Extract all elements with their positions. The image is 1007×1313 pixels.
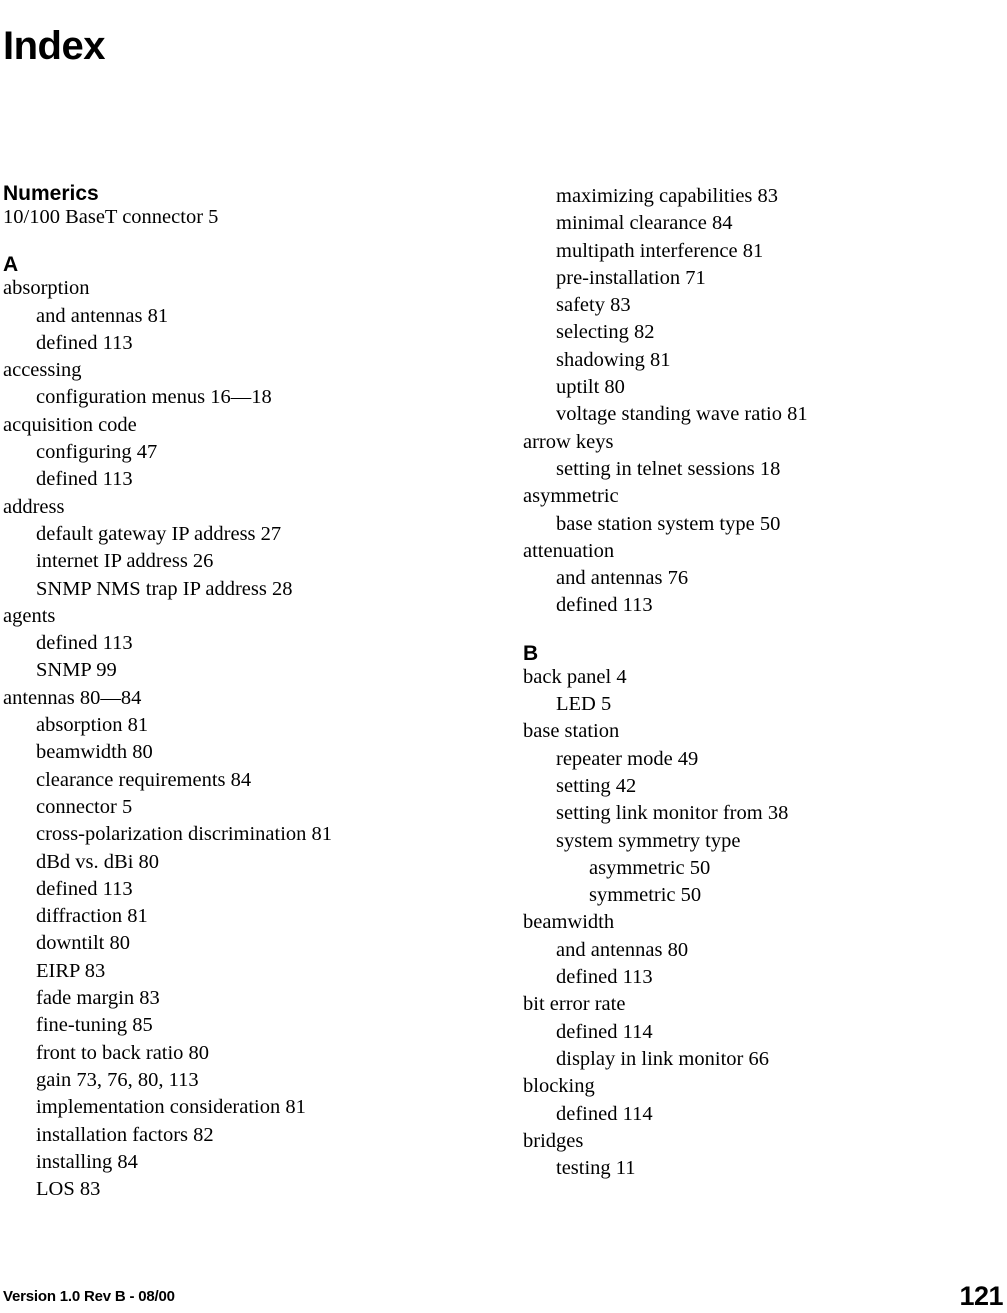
- index-entry-secondary[interactable]: maximizing capabilities 83: [523, 183, 983, 210]
- index-entry-primary[interactable]: asymmetric: [523, 483, 983, 510]
- index-entry-primary[interactable]: antennas 80—84: [3, 685, 463, 712]
- index-entry-primary[interactable]: base station: [523, 718, 983, 745]
- index-section-heading: B: [523, 641, 539, 665]
- index-entry-secondary[interactable]: and antennas 80: [523, 937, 983, 964]
- index-entry-secondary[interactable]: beamwidth 80: [3, 739, 463, 766]
- index-column-right: maximizing capabilities 83 minimal cleara…: [523, 183, 983, 1182]
- index-entry-secondary[interactable]: defined 113: [3, 876, 463, 903]
- index-entry-secondary[interactable]: absorption 81: [3, 712, 463, 739]
- footer-version-text: Version 1.0 Rev B - 08/00: [3, 1288, 175, 1305]
- index-entry-secondary[interactable]: system symmetry type: [523, 828, 983, 855]
- index-entry-secondary[interactable]: setting 42: [523, 773, 983, 800]
- index-entry-primary[interactable]: bridges: [523, 1128, 983, 1155]
- index-entry-tertiary[interactable]: asymmetric 50: [523, 855, 983, 882]
- index-entry-secondary[interactable]: defined 113: [3, 330, 463, 357]
- index-entry-tertiary[interactable]: symmetric 50: [523, 882, 983, 909]
- index-entry-primary[interactable]: blocking: [523, 1073, 983, 1100]
- index-entry-secondary[interactable]: defined 113: [523, 592, 983, 619]
- footer-page-number: 121: [959, 1281, 1003, 1311]
- index-entry-secondary[interactable]: pre-installation 71: [523, 265, 983, 292]
- index-entry-secondary[interactable]: installing 84: [3, 1149, 463, 1176]
- index-entry-secondary[interactable]: internet IP address 26: [3, 548, 463, 575]
- index-entry-secondary[interactable]: clearance requirements 84: [3, 767, 463, 794]
- index-entry-secondary[interactable]: selecting 82: [523, 319, 983, 346]
- index-entry-secondary[interactable]: dBd vs. dBi 80: [3, 849, 463, 876]
- index-entry-primary[interactable]: back panel 4: [523, 664, 983, 691]
- index-columns: Numerics 10/100 BaseT connector 5 Aabsorpt…: [0, 183, 1007, 1238]
- index-entry-secondary[interactable]: connector 5: [3, 794, 463, 821]
- index-entry-secondary[interactable]: cross-polarization discrimination 81: [3, 821, 463, 848]
- index-entry-primary[interactable]: arrow keys: [523, 429, 983, 456]
- index-entry-secondary[interactable]: default gateway IP address 27: [3, 521, 463, 548]
- index-entry-secondary[interactable]: repeater mode 49: [523, 746, 983, 773]
- index-entry-primary[interactable]: absorption: [3, 275, 463, 302]
- index-entry-secondary[interactable]: multipath interference 81: [523, 238, 983, 265]
- index-entry-secondary[interactable]: configuring 47: [3, 439, 463, 466]
- index-column-left: Numerics 10/100 BaseT connector 5 Aabsorpt…: [3, 183, 463, 1203]
- index-entry-secondary[interactable]: base station system type 50: [523, 511, 983, 538]
- index-entry-secondary[interactable]: implementation consideration 81: [3, 1094, 463, 1121]
- index-entry-primary[interactable]: attenuation: [523, 538, 983, 565]
- index-section-heading: A: [3, 253, 19, 277]
- index-entry-secondary[interactable]: voltage standing wave ratio 81: [523, 401, 983, 428]
- index-entry-secondary[interactable]: downtilt 80: [3, 930, 463, 957]
- index-entry-secondary[interactable]: setting link monitor from 38: [523, 800, 983, 827]
- index-entry-secondary[interactable]: defined 114: [523, 1101, 983, 1128]
- index-entry-primary[interactable]: 10/100 BaseT connector 5: [3, 204, 463, 231]
- index-entry-primary[interactable]: acquisition code: [3, 412, 463, 439]
- index-entry-secondary[interactable]: defined 114: [523, 1019, 983, 1046]
- index-entry-secondary[interactable]: configuration menus 16—18: [3, 384, 463, 411]
- page-footer: Version 1.0 Rev B - 08/00 121: [0, 1259, 1007, 1313]
- index-entry-secondary[interactable]: SNMP 99: [3, 657, 463, 684]
- index-entry-secondary[interactable]: LOS 83: [3, 1176, 463, 1203]
- index-entry-secondary[interactable]: uptilt 80: [523, 374, 983, 401]
- index-entry-secondary[interactable]: fade margin 83: [3, 985, 463, 1012]
- index-entry-secondary[interactable]: and antennas 81: [3, 303, 463, 330]
- index-section-heading: Numerics: [3, 182, 99, 205]
- index-entry-secondary[interactable]: gain 73, 76, 80, 113: [3, 1067, 463, 1094]
- index-entry-primary[interactable]: beamwidth: [523, 909, 983, 936]
- index-entry-secondary[interactable]: shadowing 81: [523, 347, 983, 374]
- index-entry-secondary[interactable]: display in link monitor 66: [523, 1046, 983, 1073]
- index-entry-secondary[interactable]: safety 83: [523, 292, 983, 319]
- index-entry-secondary[interactable]: fine-tuning 85: [3, 1012, 463, 1039]
- index-entry-secondary[interactable]: testing 11: [523, 1155, 983, 1182]
- index-entry-secondary[interactable]: setting in telnet sessions 18: [523, 456, 983, 483]
- index-entry-primary[interactable]: address: [3, 494, 463, 521]
- index-entry-secondary[interactable]: minimal clearance 84: [523, 210, 983, 237]
- index-entry-secondary[interactable]: diffraction 81: [3, 903, 463, 930]
- index-entry-secondary[interactable]: front to back ratio 80: [3, 1040, 463, 1067]
- index-entry-primary[interactable]: bit error rate: [523, 991, 983, 1018]
- index-entry-secondary[interactable]: installation factors 82: [3, 1122, 463, 1149]
- index-entry-secondary[interactable]: SNMP NMS trap IP address 28: [3, 576, 463, 603]
- index-entry-secondary[interactable]: LED 5: [523, 691, 983, 718]
- index-entry-secondary[interactable]: defined 113: [3, 630, 463, 657]
- page-title: Index: [3, 23, 105, 68]
- index-entry-secondary[interactable]: and antennas 76: [523, 565, 983, 592]
- index-entry-primary[interactable]: accessing: [3, 357, 463, 384]
- index-entry-primary[interactable]: agents: [3, 603, 463, 630]
- index-entry-secondary[interactable]: defined 113: [523, 964, 983, 991]
- index-entry-secondary[interactable]: EIRP 83: [3, 958, 463, 985]
- index-entry-secondary[interactable]: defined 113: [3, 466, 463, 493]
